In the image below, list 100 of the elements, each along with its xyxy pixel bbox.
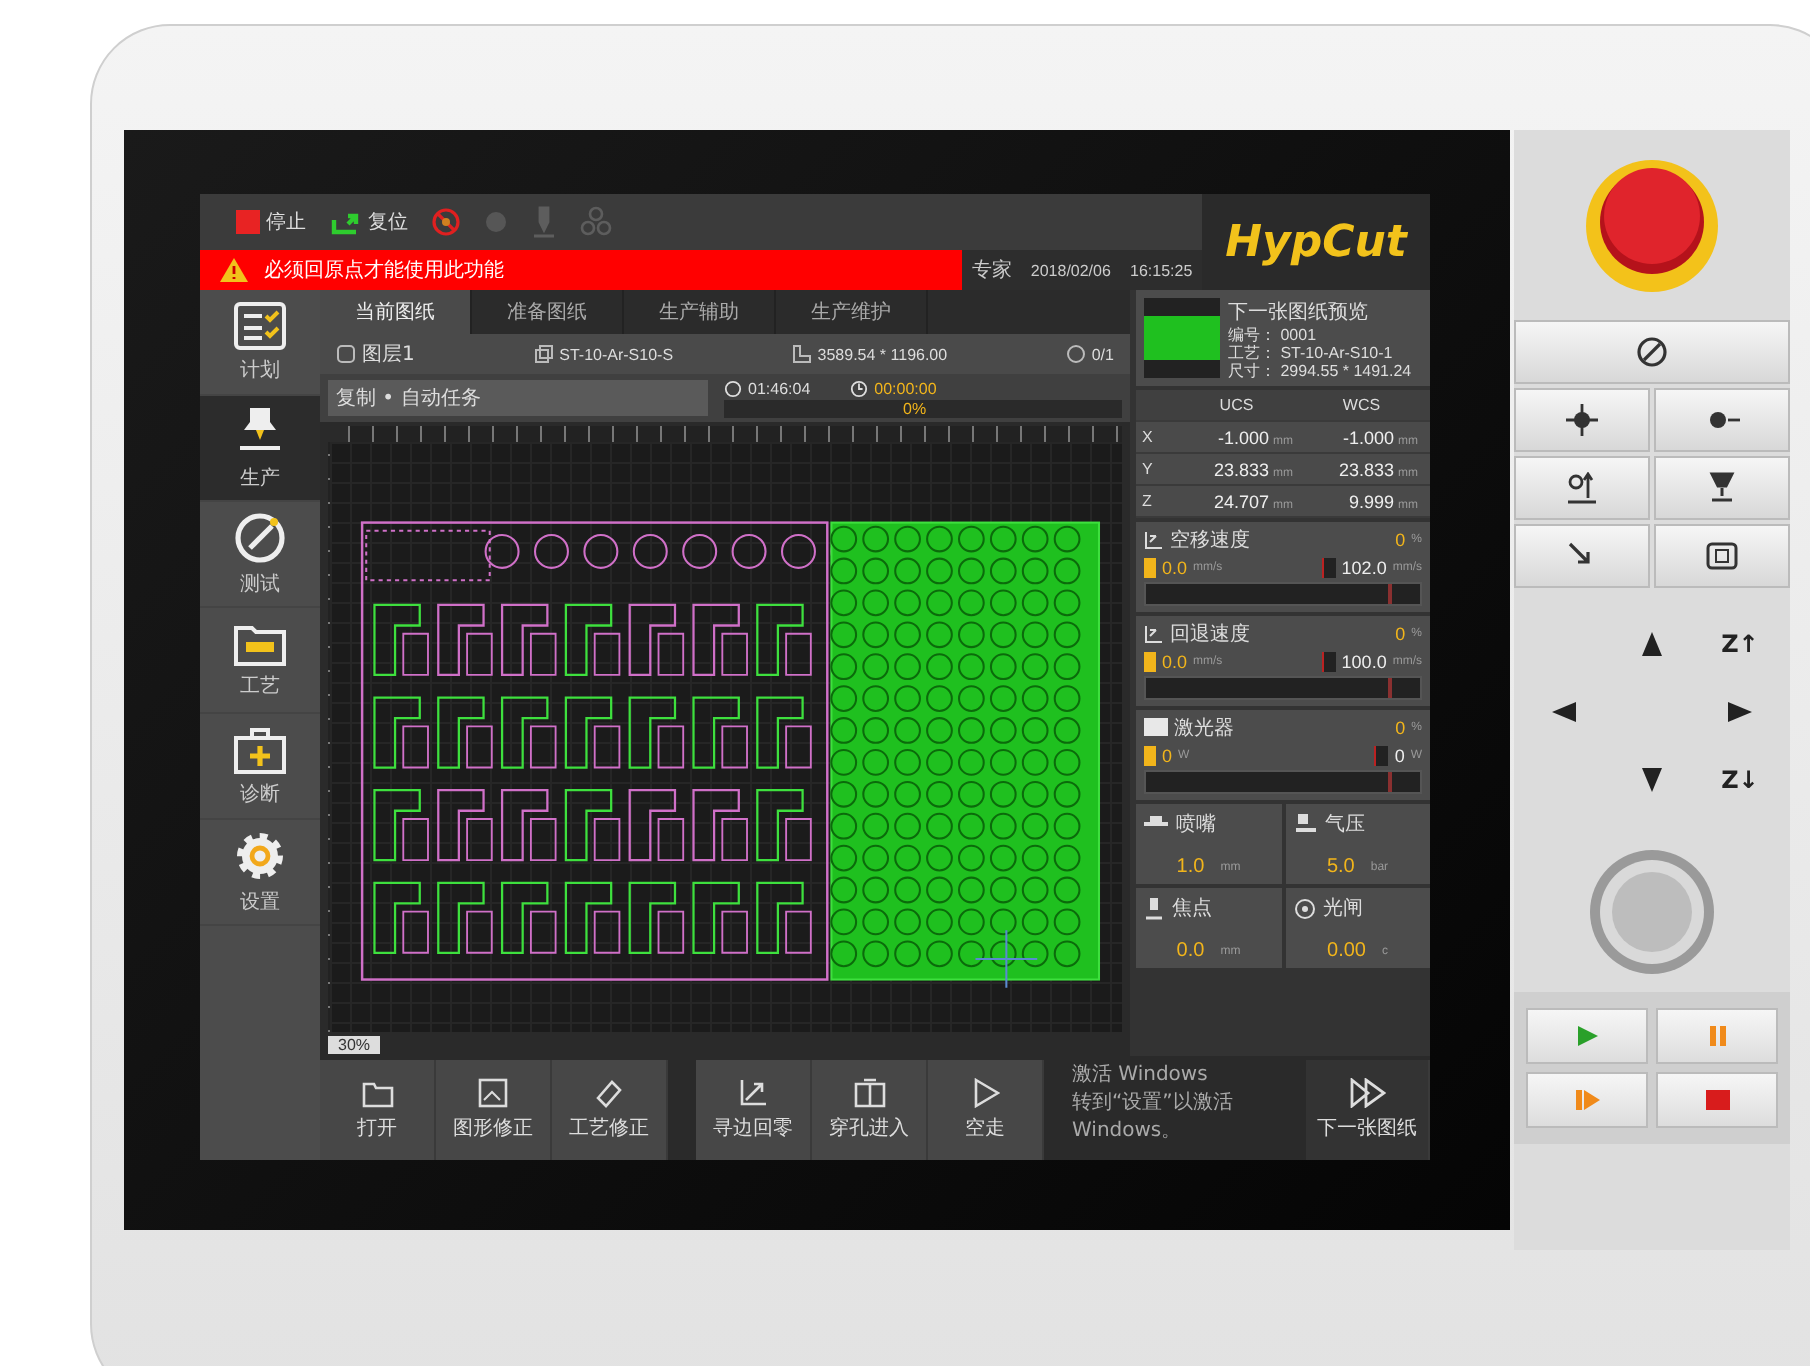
column-header: UCS: [1217, 396, 1256, 414]
current-indicator-icon: [1144, 557, 1156, 577]
limit-value: 100.0: [1341, 651, 1387, 671]
process-name: ST-10-Ar-S10-S: [559, 345, 674, 363]
tile-label: 喷嘴: [1176, 811, 1216, 838]
preview-detail: 工艺： ST-10-Ar-S10-1: [1228, 344, 1395, 362]
crosshair-key[interactable]: [1514, 388, 1650, 452]
next-sheet-button[interactable]: 下一张图纸: [1306, 1060, 1430, 1160]
user-level: 专家: [971, 257, 1012, 284]
current-value: 0: [1162, 745, 1173, 765]
image-frame-icon: [478, 1078, 508, 1108]
gauge-label: 空移速度: [1170, 527, 1252, 553]
gauge-percent: 0: [1395, 717, 1406, 737]
corner-arrow-icon: [738, 1078, 768, 1108]
pause-icon: [1707, 1024, 1727, 1048]
starburst-icon: [1704, 406, 1740, 434]
sheet-thumbnail: [1144, 298, 1220, 378]
toolbar-label: 复位: [368, 210, 408, 236]
dot-icon[interactable]: [484, 210, 508, 234]
shutter-icon: [1293, 897, 1315, 919]
prohibited-icon[interactable]: [432, 208, 460, 236]
folder-icon: [361, 1079, 393, 1107]
toolbar-button[interactable]: 穿孔进入: [812, 1060, 928, 1160]
date-text: 2018/02/06: [1030, 261, 1111, 279]
warning-icon: [220, 258, 248, 282]
ucs-value: 23.833: [1213, 459, 1269, 479]
z-up-key[interactable]: Z↑: [1698, 612, 1782, 676]
gauge-icon: [234, 511, 286, 563]
toolbar-button[interactable]: 寻边回零: [696, 1060, 812, 1160]
gauge-percent: 0: [1395, 623, 1406, 643]
height-adjust-icon: [1566, 472, 1598, 504]
toolbar-button[interactable]: 打开: [320, 1060, 436, 1160]
laser-point-key[interactable]: [1654, 388, 1790, 452]
progress-text: 0%: [903, 399, 927, 417]
cycle-icon: [1065, 344, 1086, 364]
current-value: 0.0: [1162, 557, 1188, 577]
toolbar-button[interactable]: 图形修正: [436, 1060, 552, 1160]
right-arrow-icon: [1728, 702, 1752, 722]
toolbar-button[interactable]: 工艺修正: [552, 1060, 668, 1160]
prohibited-icon: [1636, 336, 1668, 368]
axis-label: Z: [1142, 492, 1154, 510]
ucs-value: -1.000: [1217, 427, 1269, 447]
return-arrow-icon[interactable]: [330, 209, 362, 235]
limit-indicator-icon: [1321, 651, 1336, 671]
limit-indicator-icon: [1321, 557, 1336, 577]
remaining-time: 00:00:00: [874, 379, 937, 397]
step-play-icon: [1573, 1088, 1601, 1112]
frame-key[interactable]: [1654, 524, 1790, 588]
stop-key[interactable]: [1656, 1072, 1778, 1128]
sidebar-item[interactable]: 生产: [200, 396, 320, 502]
down-arrow-icon: [1642, 768, 1662, 792]
wcs-value: 23.833: [1338, 459, 1394, 479]
preview-detail: 编号： 0001: [1228, 326, 1319, 344]
copy-icon: [533, 344, 554, 364]
activation-notice-title: 激活 Windows: [1072, 1062, 1210, 1088]
stop-icon: [1705, 1090, 1729, 1110]
wcs-value: -1.000: [1342, 427, 1394, 447]
play-icon: [1575, 1024, 1599, 1048]
emergency-stop-button[interactable]: [1582, 155, 1722, 295]
zoom-level: 30%: [328, 1035, 381, 1053]
left-arrow-icon: [1552, 702, 1576, 722]
tile-label: 气压: [1325, 812, 1365, 838]
wcs-value: 9.999: [1348, 491, 1394, 511]
gas-key[interactable]: [1654, 456, 1790, 520]
task-mode-dropdown[interactable]: 复制 • 自动任务: [328, 380, 708, 416]
current-value: 0.0: [1162, 651, 1188, 671]
eraser-icon: [594, 1078, 624, 1108]
frame-icon: [1706, 542, 1738, 570]
gauge-label: 激光器: [1174, 715, 1236, 741]
elapsed-time: 01:46:04: [748, 379, 811, 397]
limit-value: 102.0: [1341, 557, 1387, 577]
laser-toggle-key[interactable]: [1514, 320, 1790, 384]
gas-icon: [1293, 814, 1317, 834]
toolbar-button[interactable]: 空走: [928, 1060, 1044, 1160]
crosshair-icon: [1566, 404, 1598, 436]
tile-value: 5.0: [1326, 856, 1355, 878]
gauge-label: 回退速度: [1170, 621, 1252, 647]
book-icon: [853, 1078, 885, 1108]
sheet-size: 3589.54 * 1196.00: [817, 345, 948, 363]
tile-value: 0.0: [1176, 940, 1205, 962]
tile-label: 焦点: [1172, 895, 1212, 922]
preview-title: 下一张图纸预览: [1228, 299, 1370, 326]
focus-icon: [1144, 897, 1164, 919]
toolbar-label: 停止: [266, 209, 306, 236]
tab[interactable]: 当前图纸: [320, 290, 472, 334]
layer-name: 图层1: [362, 342, 415, 368]
gauge-percent: 0: [1395, 529, 1406, 549]
alert-message: 必须回原点才能使用此功能: [264, 257, 504, 284]
start-key[interactable]: [1526, 1008, 1648, 1064]
checklist-icon: [234, 301, 286, 349]
activation-notice-text: 转到“设置”以激活 Windows。: [1072, 1089, 1235, 1144]
nozzle-icon: [1706, 472, 1738, 504]
preview-detail: 尺寸： 2994.55 * 1491.24: [1228, 362, 1412, 380]
column-header: WCS: [1340, 396, 1383, 414]
fast-forward-icon: [1349, 1078, 1385, 1108]
z-down-key[interactable]: Z↓: [1698, 748, 1782, 812]
height-key[interactable]: [1514, 456, 1650, 520]
ucs-value: 24.707: [1213, 491, 1269, 511]
axis-label: Y: [1142, 460, 1155, 478]
tile-label: 光闸: [1323, 895, 1363, 922]
